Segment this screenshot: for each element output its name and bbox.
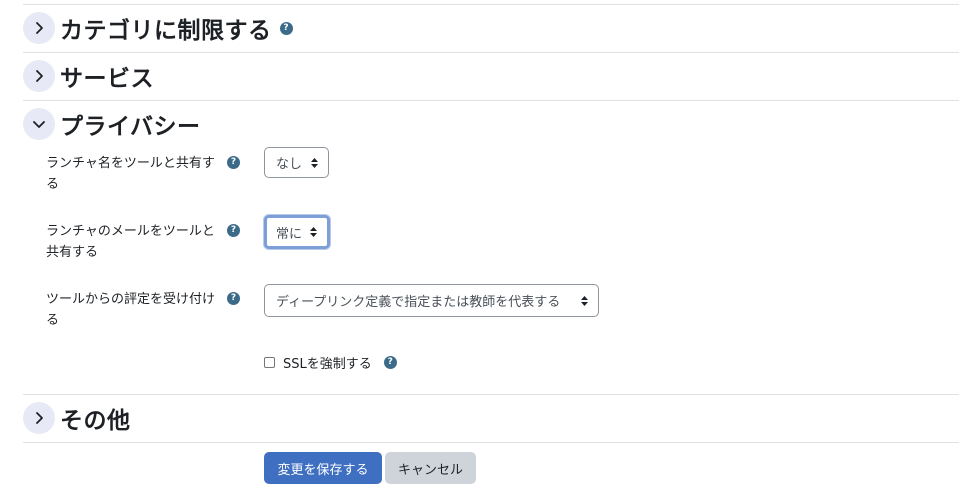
section-privacy-header[interactable]: プライバシー	[23, 107, 201, 141]
section-services-title: サービス	[60, 66, 154, 92]
divider	[23, 100, 959, 101]
force-ssl-checkbox[interactable]	[264, 356, 275, 368]
section-services-header[interactable]: サービス	[23, 59, 154, 93]
section-other-title: その他	[60, 408, 131, 434]
top-divider	[23, 4, 959, 5]
sort-arrows-icon	[581, 295, 588, 306]
accept-grades-select-value: ディープリンク定義で指定または教師を代表する	[276, 295, 561, 310]
sort-arrows-icon	[311, 157, 318, 168]
sort-arrows-icon	[310, 227, 317, 237]
question-circle-icon[interactable]: ?	[227, 292, 240, 305]
force-ssl-row: SSLを強制する ?	[264, 352, 397, 372]
section-other-header[interactable]: その他	[23, 401, 131, 435]
question-circle-icon[interactable]: ?	[383, 355, 397, 369]
share-name-select[interactable]: なし	[264, 147, 329, 178]
save-button[interactable]: 変更を保存する	[264, 452, 382, 484]
share-name-select-value: なし	[276, 157, 303, 172]
section-category-title: カテゴリに制限する	[60, 18, 272, 44]
divider	[23, 394, 959, 395]
accept-grades-select[interactable]: ディープリンク定義で指定または教師を代表する	[264, 284, 599, 317]
share-email-select-value: 常に	[276, 226, 303, 242]
chevron-right-icon[interactable]	[23, 12, 55, 44]
chevron-down-icon[interactable]	[23, 108, 55, 140]
question-circle-icon[interactable]: ?	[227, 156, 240, 169]
divider	[23, 52, 959, 53]
share-email-label: ランチャのメールをツールと共有する ?	[46, 221, 240, 263]
share-name-label: ランチャ名をツールと共有する ?	[46, 153, 240, 195]
section-category-header[interactable]: カテゴリに制限する ?	[23, 11, 293, 45]
divider	[23, 442, 959, 443]
question-circle-icon[interactable]: ?	[279, 21, 293, 35]
share-email-select[interactable]: 常に	[264, 215, 330, 249]
force-ssl-label: SSLを強制する	[283, 356, 372, 372]
chevron-right-icon[interactable]	[23, 60, 55, 92]
chevron-right-icon[interactable]	[23, 402, 55, 434]
accept-grades-label: ツールからの評定を受け付ける ?	[46, 289, 240, 331]
share-name-label-text: ランチャ名をツールと共有する	[46, 156, 215, 192]
section-privacy-title: プライバシー	[60, 114, 201, 140]
question-circle-icon[interactable]: ?	[227, 224, 240, 237]
share-email-label-text: ランチャのメールをツールと共有する	[46, 224, 215, 260]
cancel-button[interactable]: キャンセル	[385, 452, 476, 484]
accept-grades-label-text: ツールからの評定を受け付ける	[46, 292, 216, 328]
